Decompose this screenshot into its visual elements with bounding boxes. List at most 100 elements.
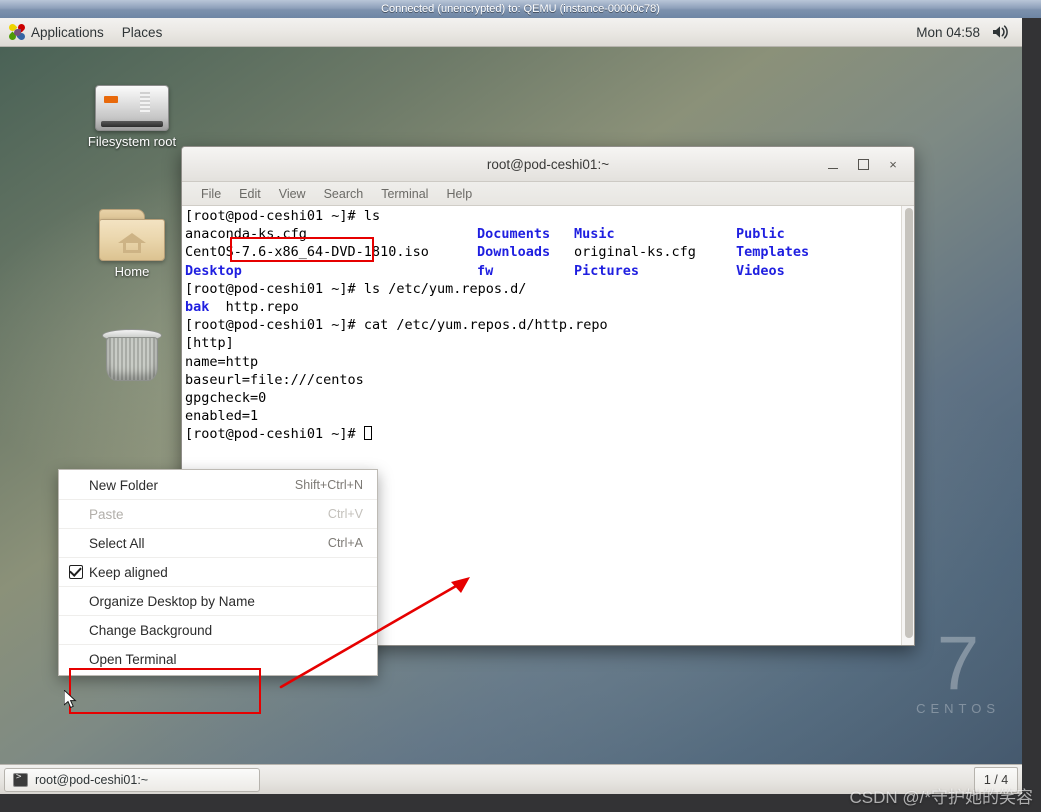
context-menu-item-select-all[interactable]: Select All Ctrl+A: [59, 529, 377, 558]
centos-wordmark: CENTOS: [916, 701, 1000, 716]
desktop-icon-label: Filesystem root: [87, 134, 177, 149]
taskbar-window-button[interactable]: root@pod-ceshi01:~: [4, 767, 260, 792]
guest-viewport: Applications Places Mon 04:58 7 CENTOS F…: [0, 18, 1022, 794]
terminal-line: anaconda-ks.cfg Documents Music Public: [185, 225, 898, 243]
menu-item-accel: Ctrl+A: [327, 536, 363, 550]
ls-entry: CentOS-7.6-x86_64-DVD-1810.iso: [185, 244, 429, 261]
places-menu-label: Places: [121, 24, 163, 40]
terminal-line: enabled=1: [185, 408, 259, 425]
menu-search[interactable]: Search: [315, 183, 373, 205]
folder-home-icon: [76, 195, 188, 261]
scrollbar-thumb[interactable]: [905, 208, 913, 639]
desktop-icon-filesystem-root[interactable]: Filesystem root: [76, 65, 188, 149]
checkbox-checked-icon[interactable]: [69, 565, 83, 579]
screen: Connected (unencrypted) to: QEMU (instan…: [0, 0, 1041, 812]
terminal-menubar: File Edit View Search Terminal Help: [182, 182, 914, 206]
gnome-top-panel: Applications Places Mon 04:58: [0, 18, 1022, 47]
terminal-titlebar[interactable]: root@pod-ceshi01:~ ×: [182, 147, 914, 182]
terminal-line: bak http.repo: [185, 298, 898, 316]
ls-entry-dir: Downloads: [477, 244, 551, 261]
window-title: root@pod-ceshi01:~: [486, 156, 610, 172]
places-menu[interactable]: Places: [113, 18, 172, 46]
ls-entry-dir: Music: [574, 226, 615, 243]
context-menu-item-organize-desktop-by-name[interactable]: Organize Desktop by Name: [59, 587, 377, 616]
centos-watermark: 7 CENTOS: [916, 621, 1000, 717]
ls-entry-dir: Videos: [736, 262, 785, 279]
hdd-icon: [76, 65, 188, 131]
context-menu-item-paste: Paste Ctrl+V: [59, 500, 377, 529]
desktop-icon-trash[interactable]: [76, 315, 188, 384]
context-menu-item-keep-aligned[interactable]: Keep aligned: [59, 558, 377, 587]
shell-command: ls /etc/yum.repos.d/: [363, 280, 527, 297]
menu-item-accel: Shift+Ctrl+N: [294, 478, 363, 492]
ls-entry-dir: Documents: [477, 226, 551, 243]
ls-entry-dir: bak: [185, 299, 210, 316]
volume-icon[interactable]: [990, 24, 1022, 40]
mouse-cursor: [64, 690, 77, 709]
workspace-indicator-label: 1 / 4: [983, 772, 1009, 787]
menu-item-label: Paste: [89, 506, 124, 522]
terminal-line: [http]: [185, 335, 234, 352]
menu-edit[interactable]: Edit: [230, 183, 270, 205]
ls-entry: http.repo: [209, 299, 299, 316]
terminal-icon: [13, 772, 28, 787]
ls-entry-dir: Templates: [736, 244, 810, 261]
context-menu-item-open-terminal[interactable]: Open Terminal: [59, 645, 377, 674]
shell-prompt: [root@pod-ceshi01 ~]#: [185, 317, 364, 334]
context-menu-item-change-background[interactable]: Change Background: [59, 616, 377, 645]
shell-prompt: [root@pod-ceshi01 ~]#: [185, 208, 364, 224]
menu-item-label: Keep aligned: [89, 564, 168, 580]
maximize-button[interactable]: [848, 152, 878, 178]
desktop-icon-home[interactable]: Home: [76, 195, 188, 279]
shell-command: cat /etc/yum.repos.d/http.repo: [363, 317, 608, 334]
clock[interactable]: Mon 04:58: [906, 25, 990, 40]
shell-command: ls: [363, 208, 381, 224]
applications-menu-label: Applications: [31, 24, 104, 40]
terminal-line: [root@pod-ceshi01 ~]# ls: [185, 207, 898, 225]
terminal-line: [root@pod-ceshi01 ~]# ls /etc/yum.repos.…: [185, 280, 898, 298]
ls-entry-dir: Public: [736, 226, 785, 243]
bottom-taskbar: root@pod-ceshi01:~ 1 / 4: [0, 764, 1022, 794]
terminal-line: CentOS-7.6-x86_64-DVD-1810.iso Downloads o…: [185, 243, 898, 261]
vnc-connection-banner: Connected (unencrypted) to: QEMU (instan…: [0, 0, 1041, 18]
shell-prompt: [root@pod-ceshi01 ~]#: [185, 280, 364, 297]
terminal-line: name=http: [185, 353, 259, 370]
terminal-output: [root@pod-ceshi01 ~]# ls anaconda-ks.cfg D…: [185, 207, 898, 444]
taskbar-window-label: root@pod-ceshi01:~: [35, 772, 149, 787]
ls-entry-dir: fw: [477, 262, 494, 279]
menu-item-label: Organize Desktop by Name: [89, 593, 255, 609]
menu-item-label: Open Terminal: [89, 652, 177, 667]
terminal-scrollbar[interactable]: [901, 206, 914, 645]
menu-item-accel: Ctrl+V: [327, 507, 363, 521]
window-controls: ×: [818, 147, 908, 182]
ls-entry: anaconda-ks.cfg: [185, 226, 307, 243]
gnome-foot-icon: [7, 22, 27, 42]
menu-item-label: Select All: [89, 535, 145, 551]
centos-version-number: 7: [936, 621, 980, 706]
terminal-line: [root@pod-ceshi01 ~]#: [185, 425, 898, 443]
terminal-line: [root@pod-ceshi01 ~]# cat /etc/yum.repos…: [185, 316, 898, 334]
ls-entry: original-ks.cfg: [574, 244, 696, 261]
desktop[interactable]: 7 CENTOS Filesystem root Home root@pod-c…: [0, 47, 1022, 764]
context-menu-item-new-folder[interactable]: New Folder Shift+Ctrl+N: [59, 471, 377, 500]
shell-prompt: [root@pod-ceshi01 ~]#: [185, 426, 364, 443]
applications-menu[interactable]: Applications: [0, 18, 113, 46]
menu-terminal[interactable]: Terminal: [372, 183, 437, 205]
workspace-switcher[interactable]: 1 / 4: [974, 766, 1018, 793]
terminal-line: Desktop fw Pictures Videos: [185, 262, 898, 280]
text-cursor: [363, 426, 372, 441]
terminal-line: baseurl=file:///centos: [185, 371, 364, 388]
desktop-icon-label: Home: [114, 264, 150, 279]
menu-item-label: New Folder: [89, 477, 159, 493]
desktop-context-menu[interactable]: New Folder Shift+Ctrl+N Paste Ctrl+V Sel…: [58, 469, 378, 676]
trash-icon: [76, 315, 188, 381]
close-button[interactable]: ×: [878, 152, 908, 178]
panel-right-group: Mon 04:58: [906, 24, 1022, 40]
menu-view[interactable]: View: [270, 183, 315, 205]
menu-item-label: Change Background: [89, 622, 213, 638]
minimize-button[interactable]: [818, 152, 848, 178]
menu-file[interactable]: File: [192, 183, 230, 205]
menu-help[interactable]: Help: [437, 183, 481, 205]
ls-entry-dir: Desktop: [185, 262, 242, 279]
terminal-line: gpgcheck=0: [185, 390, 267, 407]
